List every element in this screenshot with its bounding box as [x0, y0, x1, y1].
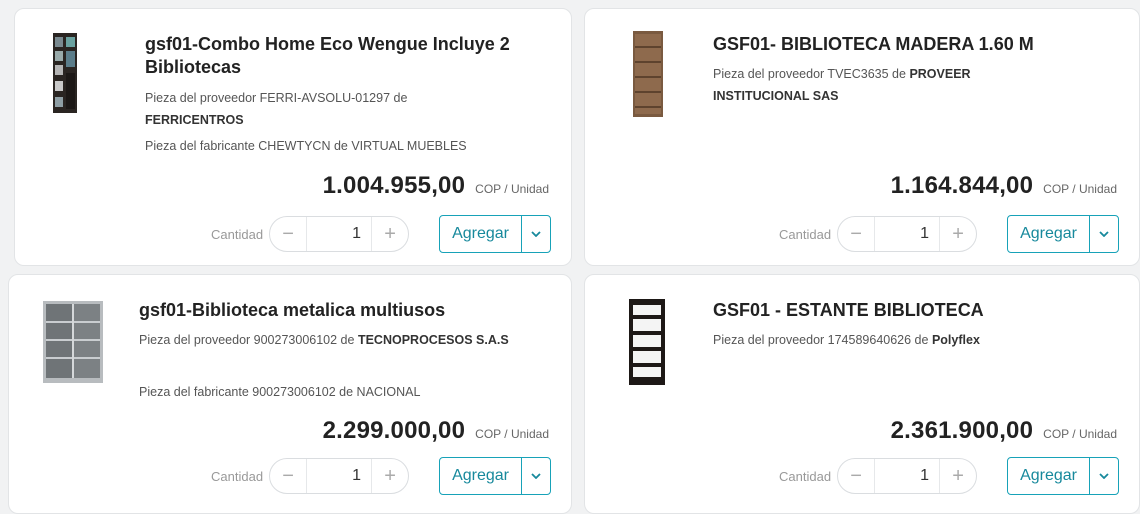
price-unit: COP / Unidad	[1043, 182, 1117, 196]
add-button[interactable]: Agregar	[440, 458, 521, 494]
product-card: GSF01- BIBLIOTECA MADERA 1.60 M Pieza de…	[584, 8, 1140, 266]
decrement-button[interactable]: −	[838, 217, 874, 251]
add-to-cart-group: Agregar	[439, 215, 551, 253]
add-button[interactable]: Agregar	[440, 216, 521, 252]
quantity-label: Cantidad	[779, 468, 832, 484]
add-dropdown-toggle[interactable]	[1089, 216, 1118, 252]
supplier-info: Pieza del proveedor FERRI-AVSOLU-01297 d…	[145, 87, 475, 131]
product-thumbnail[interactable]	[633, 31, 663, 117]
add-dropdown-toggle[interactable]	[521, 216, 550, 252]
increment-button[interactable]: +	[372, 459, 408, 493]
quantity-stepper: − 1 +	[269, 216, 410, 252]
add-to-cart-group: Agregar	[439, 457, 551, 495]
product-title[interactable]: gsf01-Combo Home Eco Wengue Incluye 2 Bi…	[145, 33, 525, 79]
quantity-input[interactable]: 1	[874, 217, 941, 251]
price: 1.004.955,00	[322, 172, 466, 199]
product-card: GSF01 - ESTANTE BIBLIOTECA Pieza del pro…	[584, 274, 1140, 514]
add-dropdown-toggle[interactable]	[1089, 458, 1118, 494]
chevron-down-icon	[531, 473, 541, 479]
increment-button[interactable]: +	[372, 217, 408, 251]
product-title[interactable]: gsf01-Biblioteca metalica multiusos	[139, 299, 539, 322]
quantity-stepper: − 1 +	[837, 458, 978, 494]
cart-actions: Cantidad − 1 + Agregar	[779, 215, 1119, 253]
cart-actions: Cantidad − 1 + Agregar	[779, 457, 1119, 495]
add-to-cart-group: Agregar	[1007, 215, 1119, 253]
product-thumbnail[interactable]	[629, 299, 665, 385]
cart-actions: Cantidad − 1 + Agregar	[211, 215, 551, 253]
supplier-prefix: Pieza del proveedor FERRI-AVSOLU-01297 d…	[145, 91, 408, 105]
product-card: gsf01-Biblioteca metalica multiusos Piez…	[8, 274, 572, 514]
supplier-prefix: Pieza del proveedor 174589640626 de	[713, 333, 929, 347]
price: 2.361.900,00	[890, 417, 1034, 444]
chevron-down-icon	[1099, 231, 1109, 237]
increment-button[interactable]: +	[940, 459, 976, 493]
quantity-stepper: − 1 +	[837, 216, 978, 252]
product-thumbnail[interactable]	[43, 301, 103, 383]
supplier-prefix: Pieza del proveedor 900273006102 de	[139, 333, 355, 347]
chevron-down-icon	[531, 231, 541, 237]
add-button[interactable]: Agregar	[1008, 216, 1089, 252]
increment-button[interactable]: +	[940, 217, 976, 251]
add-dropdown-toggle[interactable]	[521, 458, 550, 494]
supplier-name: FERRICENTROS	[145, 113, 244, 127]
price: 1.164.844,00	[890, 172, 1034, 199]
price-unit: COP / Unidad	[475, 427, 549, 441]
supplier-info: Pieza del proveedor 174589640626 de Poly…	[713, 329, 1113, 351]
price-row: 1.004.955,00 COP / Unidad	[323, 172, 549, 200]
add-button[interactable]: Agregar	[1008, 458, 1089, 494]
decrement-button[interactable]: −	[270, 459, 306, 493]
product-title[interactable]: GSF01 - ESTANTE BIBLIOTECA	[713, 299, 1093, 322]
supplier-name: TECNOPROCESOS S.A.S	[357, 333, 509, 347]
maker-info: Pieza del fabricante 900273006102 de NAC…	[139, 385, 421, 399]
quantity-input[interactable]: 1	[306, 459, 373, 493]
price-row: 2.361.900,00 COP / Unidad	[891, 417, 1117, 445]
quantity-label: Cantidad	[779, 226, 832, 242]
product-card: gsf01-Combo Home Eco Wengue Incluye 2 Bi…	[14, 8, 572, 266]
quantity-stepper: − 1 +	[269, 458, 410, 494]
product-title[interactable]: GSF01- BIBLIOTECA MADERA 1.60 M	[713, 33, 1093, 56]
add-to-cart-group: Agregar	[1007, 457, 1119, 495]
maker-info: Pieza del fabricante CHEWTYCN de VIRTUAL…	[145, 139, 467, 153]
price: 2.299.000,00	[322, 417, 466, 444]
quantity-input[interactable]: 1	[874, 459, 941, 493]
quantity-label: Cantidad	[211, 468, 264, 484]
supplier-info: Pieza del proveedor TVEC3635 de PROVEER …	[713, 63, 1033, 107]
price-row: 1.164.844,00 COP / Unidad	[891, 172, 1117, 200]
supplier-name: Polyflex	[931, 333, 980, 347]
product-thumbnail[interactable]	[53, 33, 77, 113]
supplier-info: Pieza del proveedor 900273006102 de TECN…	[139, 329, 549, 351]
quantity-input[interactable]: 1	[306, 217, 373, 251]
chevron-down-icon	[1099, 473, 1109, 479]
supplier-prefix: Pieza del proveedor TVEC3635 de	[713, 67, 906, 81]
price-unit: COP / Unidad	[1043, 427, 1117, 441]
decrement-button[interactable]: −	[838, 459, 874, 493]
cart-actions: Cantidad − 1 + Agregar	[211, 457, 551, 495]
price-unit: COP / Unidad	[475, 182, 549, 196]
decrement-button[interactable]: −	[270, 217, 306, 251]
price-row: 2.299.000,00 COP / Unidad	[323, 417, 549, 445]
quantity-label: Cantidad	[211, 226, 264, 242]
